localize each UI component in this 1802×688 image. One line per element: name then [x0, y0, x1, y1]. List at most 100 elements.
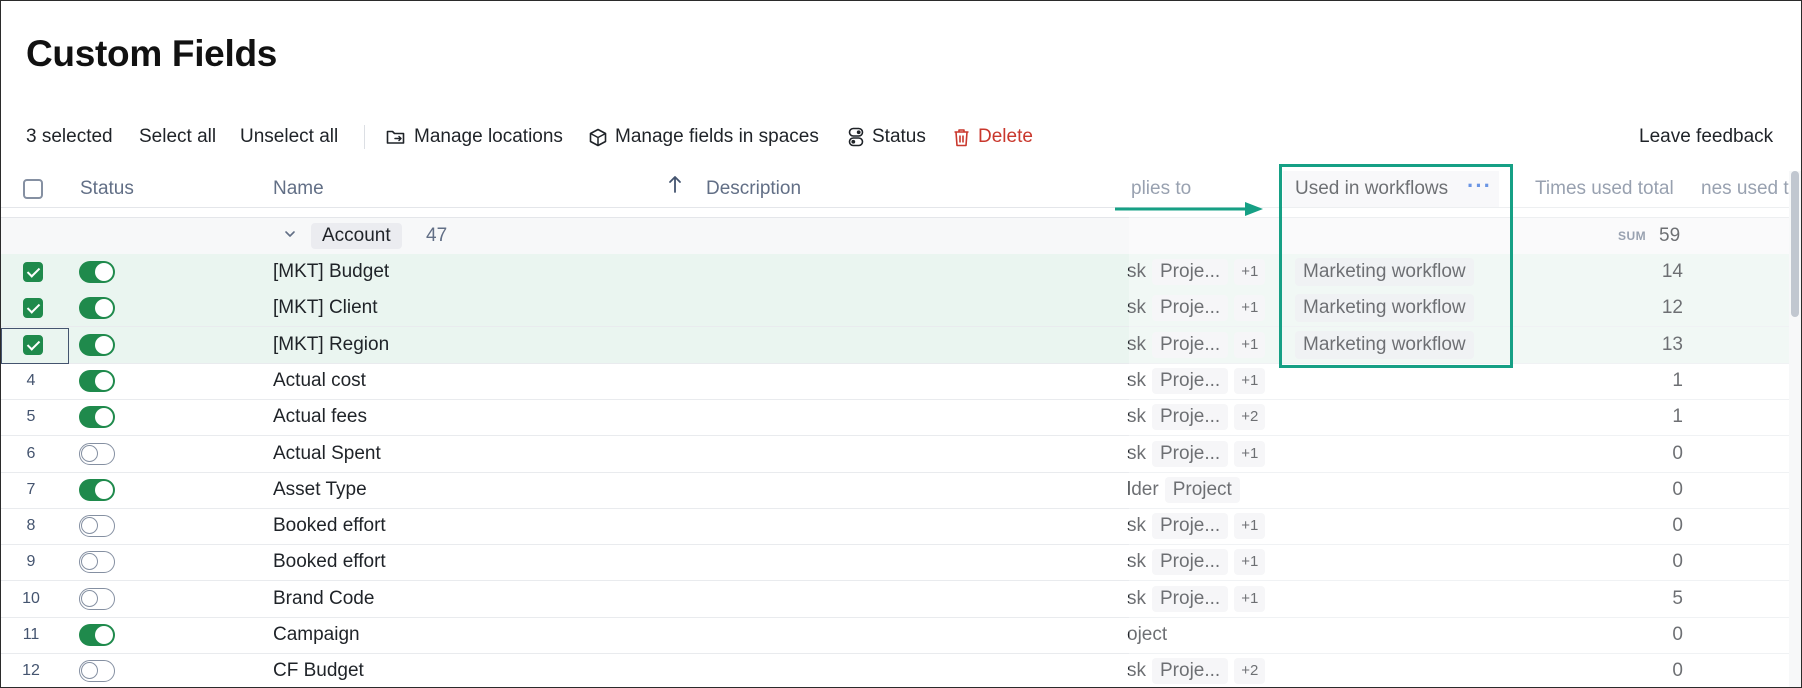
column-header-times-used-total[interactable]: Times used total	[1535, 171, 1674, 207]
row-number: 5	[26, 408, 36, 426]
times-used-total: 0	[1672, 442, 1683, 464]
applies-to-more-badge[interactable]: +1	[1234, 549, 1266, 576]
row-number: 12	[22, 662, 40, 680]
status-toggle[interactable]	[79, 369, 115, 392]
row-checkbox[interactable]	[23, 262, 43, 282]
table-row[interactable]: 6 Actual Spent sk Proje... +1 0	[1, 436, 1801, 473]
select-all-button[interactable]: Select all	[139, 119, 216, 155]
row-checkbox[interactable]	[23, 298, 43, 319]
selected-count: 3 selected	[26, 126, 113, 147]
applies-to-text: sk	[1127, 587, 1146, 609]
applies-to-text: sk	[1127, 297, 1146, 319]
select-all-checkbox[interactable]	[23, 179, 43, 199]
applies-to-more-badge[interactable]: +1	[1234, 259, 1266, 285]
applies-to-chip: Proje...	[1152, 658, 1229, 685]
table-row[interactable]: [MKT] Client sk Proje... +1 Marketing workfl…	[1, 290, 1801, 328]
manage-fields-button[interactable]: Manage fields in spaces	[589, 119, 819, 155]
field-name[interactable]: Actual Spent	[273, 436, 381, 472]
status-button[interactable]: Status	[848, 119, 926, 155]
workflow-tag[interactable]: Marketing workflow	[1295, 258, 1474, 286]
row-checkbox[interactable]	[23, 334, 43, 355]
field-name[interactable]: Asset Type	[273, 472, 367, 508]
column-header-status[interactable]: Status	[80, 171, 134, 207]
delete-label: Delete	[978, 126, 1033, 147]
column-header-used-in-workflows[interactable]: Used in workflows	[1295, 171, 1448, 207]
workflow-tag[interactable]: Marketing workflow	[1295, 330, 1474, 359]
table-row[interactable]: 12 CF Budget sk Proje... +2 0	[1, 653, 1801, 687]
status-toggle[interactable]	[79, 297, 115, 320]
toolbar-divider	[364, 125, 365, 149]
field-name[interactable]: Actual fees	[273, 399, 367, 435]
applies-to-text: sk	[1127, 406, 1146, 428]
times-used-total: 0	[1672, 515, 1683, 537]
field-name[interactable]: Actual cost	[273, 363, 366, 399]
field-name[interactable]: Brand Code	[273, 581, 374, 617]
status-toggle[interactable]	[79, 587, 115, 610]
status-toggle[interactable]	[79, 261, 115, 283]
applies-to-more-badge[interactable]: +2	[1234, 658, 1266, 685]
status-toggle[interactable]	[79, 624, 115, 646]
column-header-description[interactable]: Description	[706, 171, 801, 207]
status-toggle[interactable]	[79, 333, 115, 356]
status-toggle[interactable]	[79, 406, 115, 429]
applies-to-cell: sk Proje... +1	[1127, 508, 1266, 544]
table-row[interactable]: [MKT] Region sk Proje... +1 Marketing workfl…	[1, 326, 1801, 364]
delete-button[interactable]: Delete	[953, 119, 1033, 155]
status-toggle[interactable]	[79, 515, 115, 538]
field-name[interactable]: [MKT] Client	[273, 290, 378, 326]
app-window: Custom Fields 3 selected Select all Unse…	[0, 0, 1802, 688]
applies-to-cell: sk Proje... +1	[1127, 436, 1266, 472]
field-name[interactable]: CF Budget	[273, 653, 364, 687]
group-row-account[interactable]: Account 47 SUM 59	[1, 217, 1801, 255]
applies-to-chip: Proje...	[1152, 367, 1229, 394]
applies-to-more-badge[interactable]: +1	[1234, 440, 1266, 467]
column-header-name[interactable]: Name	[273, 171, 324, 207]
sort-ascending-icon[interactable]	[668, 171, 682, 207]
header-divider	[1, 207, 1801, 208]
table-row[interactable]: 9 Booked effort sk Proje... +1 0	[1, 544, 1801, 582]
manage-locations-button[interactable]: Manage locations	[386, 119, 563, 155]
table-row[interactable]: 5 Actual fees sk Proje... +2 1	[1, 399, 1801, 437]
table-row[interactable]: 11 Campaign oject 0	[1, 617, 1801, 654]
group-label: Account	[311, 223, 402, 249]
field-name[interactable]: Booked effort	[273, 508, 386, 544]
chevron-down-icon[interactable]	[283, 226, 297, 247]
column-header-times-used-partial[interactable]: nes used t	[1701, 171, 1789, 207]
table-row[interactable]: 8 Booked effort sk Proje... +1 0	[1, 508, 1801, 546]
applies-to-more-badge[interactable]: +1	[1234, 331, 1266, 358]
field-name[interactable]: Booked effort	[273, 544, 386, 580]
applies-to-chip: Proje...	[1152, 404, 1229, 431]
table-row[interactable]: 7 Asset Type lder Project 0	[1, 472, 1801, 509]
status-label: Status	[872, 126, 926, 147]
table-row[interactable]: 4 Actual cost sk Proje... +1 1	[1, 363, 1801, 400]
applies-to-more-badge[interactable]: +1	[1234, 295, 1266, 322]
field-name[interactable]: [MKT] Budget	[273, 254, 389, 290]
applies-to-more-badge[interactable]: +2	[1234, 404, 1266, 431]
table-row[interactable]: [MKT] Budget sk Proje... +1 Marketing workfl…	[1, 254, 1801, 291]
status-toggle[interactable]	[79, 660, 115, 683]
applies-to-more-badge[interactable]: +1	[1234, 585, 1266, 612]
applies-to-text: sk	[1127, 333, 1146, 355]
applies-to-more-badge[interactable]: +1	[1234, 513, 1266, 540]
applies-to-more-badge[interactable]: +1	[1234, 367, 1266, 394]
scrollbar-thumb[interactable]	[1791, 171, 1799, 317]
vertical-scrollbar[interactable]	[1789, 171, 1801, 687]
sum-value: 59	[1659, 225, 1681, 246]
status-toggle[interactable]	[79, 478, 115, 501]
trash-icon	[954, 128, 969, 146]
leave-feedback-button[interactable]: Leave feedback	[1639, 119, 1773, 155]
table-row[interactable]: 10 Brand Code sk Proje... +1 5	[1, 581, 1801, 618]
more-options-icon[interactable]: ···	[1467, 171, 1492, 207]
status-toggle[interactable]	[79, 442, 115, 465]
status-toggle[interactable]	[79, 551, 115, 574]
field-name[interactable]: [MKT] Region	[273, 327, 389, 363]
applies-to-chip: Proje...	[1152, 331, 1229, 358]
row-number: 7	[26, 480, 36, 498]
applies-to-text: sk	[1127, 261, 1146, 282]
workflow-tag[interactable]: Marketing workflow	[1295, 294, 1474, 323]
applies-to-text: sk	[1127, 551, 1146, 573]
cube-icon	[589, 128, 607, 146]
field-name[interactable]: Campaign	[273, 617, 360, 653]
unselect-all-button[interactable]: Unselect all	[240, 119, 338, 155]
column-header-applies-to[interactable]: plies to	[1131, 171, 1191, 207]
